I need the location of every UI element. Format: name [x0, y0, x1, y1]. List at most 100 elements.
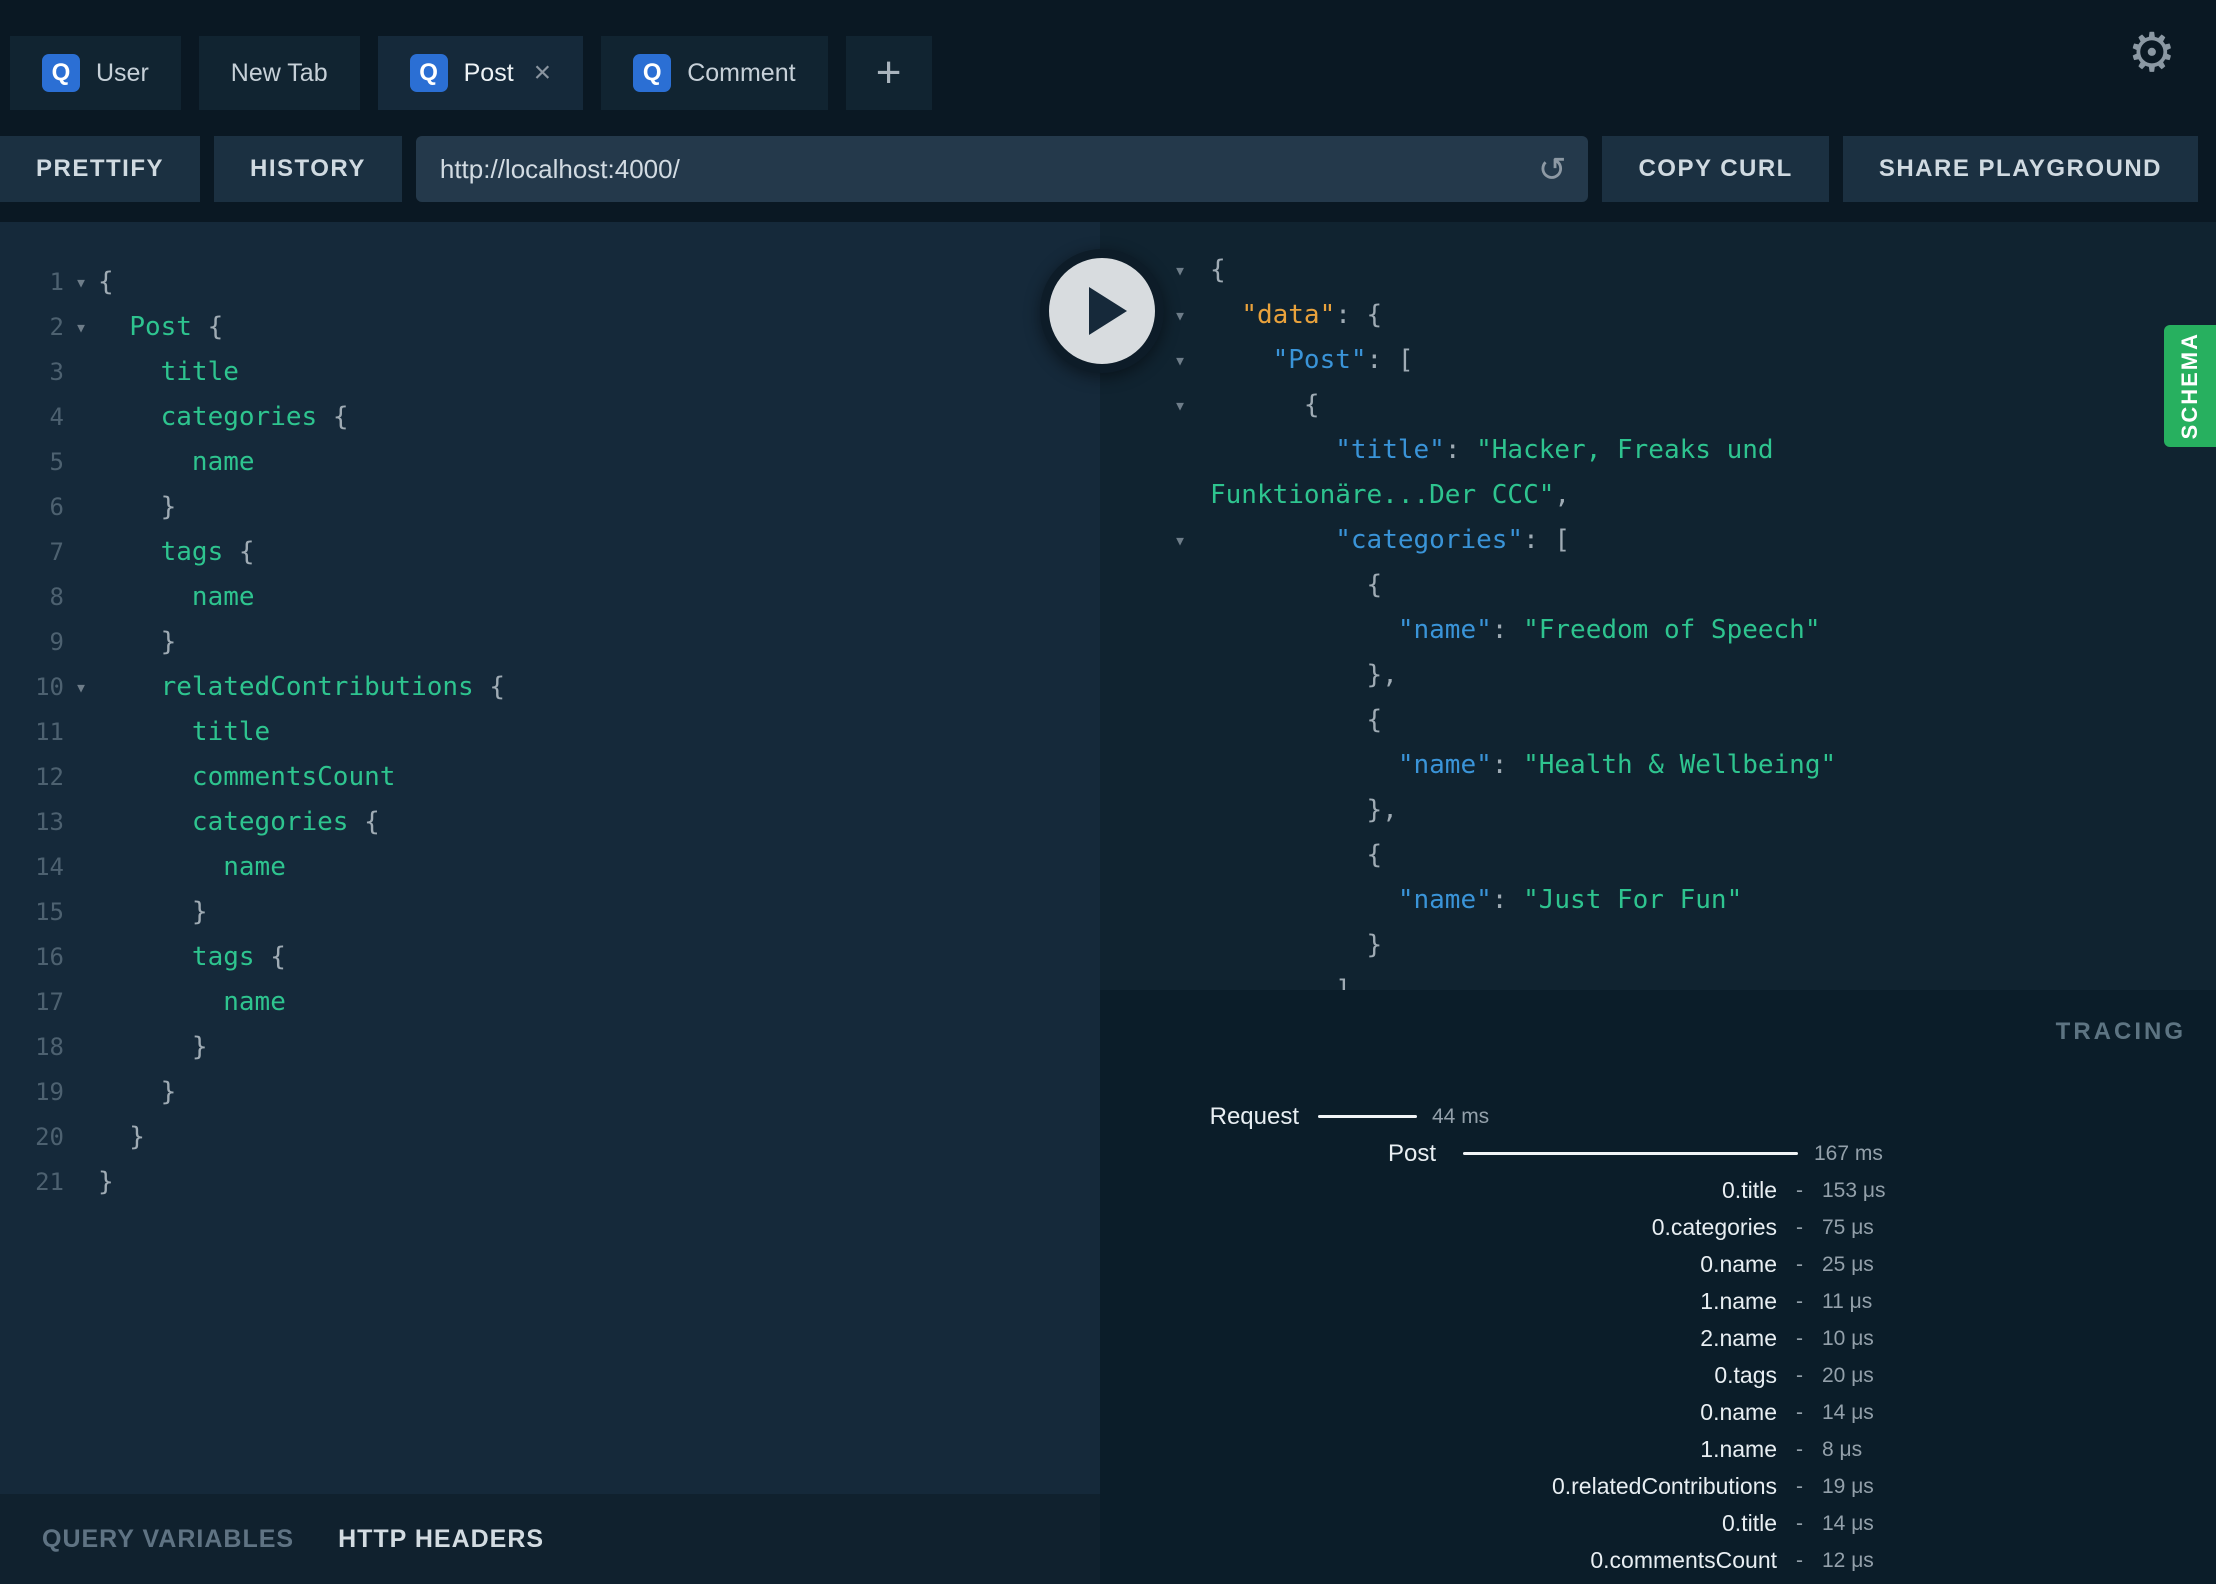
- tracing-rows: Request 44 ms Post 167 ms 0.title -153 μs 0.ca…: [1100, 1098, 2216, 1584]
- trace-timing-bar: [1463, 1152, 1798, 1155]
- workspace: 1 ▾{2 ▾ Post {3 title 4 categories {5 name 6…: [0, 222, 2216, 1584]
- code-text: }: [98, 1167, 114, 1197]
- query-editor-line[interactable]: 10 ▾ relatedContributions {: [0, 665, 1100, 710]
- query-editor-line[interactable]: 20 }: [0, 1115, 1100, 1160]
- tracing-panel: TRACING Request 44 ms Post 167 ms 0.title -15…: [1100, 990, 2216, 1584]
- tab-comment[interactable]: Q Comment: [601, 36, 828, 110]
- tab-user[interactable]: Q User: [10, 36, 181, 110]
- line-number: 1: [49, 268, 64, 296]
- trace-dash: -: [1796, 1216, 1803, 1239]
- http-headers-tab[interactable]: HTTP HEADERS: [338, 1525, 544, 1554]
- reload-icon[interactable]: ↺: [1538, 150, 1567, 190]
- code-text: name: [191, 447, 255, 477]
- query-editor-line[interactable]: 7 tags {: [0, 530, 1100, 575]
- trace-label: 0.categories: [1652, 1579, 1777, 1584]
- execute-query-button[interactable]: [1040, 249, 1164, 373]
- fold-arrow-icon[interactable]: ▾: [1174, 383, 1210, 428]
- request-toolbar: PRETTIFY HISTORY ↺ COPY CURL SHARE PLAYG…: [0, 136, 2198, 202]
- line-number: 2: [49, 313, 64, 341]
- response-line: ▾ {: [1100, 383, 2216, 428]
- query-variables-tab[interactable]: QUERY VARIABLES: [42, 1525, 294, 1554]
- code-text: },: [1210, 795, 1398, 825]
- trace-row: 2.name -10 μs: [1100, 1320, 2216, 1357]
- tab-label: Comment: [687, 58, 796, 87]
- close-tab-icon[interactable]: ×: [534, 56, 552, 90]
- query-editor-line[interactable]: 4 categories {: [0, 395, 1100, 440]
- trace-dash: -: [1796, 1364, 1803, 1387]
- fold-arrow-icon[interactable]: ▾: [1174, 248, 1210, 293]
- query-editor-line[interactable]: 9 }: [0, 620, 1100, 665]
- trace-row: 0.name -25 μs: [1100, 1246, 2216, 1283]
- query-editor-line[interactable]: 21}: [0, 1160, 1100, 1205]
- fold-arrow-icon[interactable]: ▾: [1174, 293, 1210, 338]
- query-editor-line[interactable]: 14 name: [0, 845, 1100, 890]
- query-editor-line[interactable]: 13 categories {: [0, 800, 1100, 845]
- endpoint-url-input[interactable]: [439, 153, 1525, 185]
- line-number: 4: [49, 403, 64, 431]
- line-number: 8: [49, 583, 64, 611]
- trace-label: 2.name: [1700, 1325, 1777, 1351]
- code-text: "categories": [: [1335, 525, 1571, 555]
- line-number: 17: [35, 988, 64, 1016]
- query-editor-line[interactable]: 6 }: [0, 485, 1100, 530]
- fold-arrow-icon[interactable]: ▾: [1174, 338, 1210, 383]
- response-line: "name": "Freedom of Speech": [1100, 608, 2216, 653]
- fold-arrow-icon[interactable]: ▾: [64, 305, 98, 350]
- code-text: {: [1210, 570, 1383, 600]
- query-editor-line[interactable]: 5 name: [0, 440, 1100, 485]
- share-playground-button[interactable]: SHARE PLAYGROUND: [1842, 136, 2198, 202]
- trace-value: 14 μs: [1822, 1401, 1874, 1424]
- trace-value: 14 μs: [1822, 1512, 1874, 1535]
- response-line: ▾ "categories": [: [1100, 518, 2216, 563]
- query-editor-line[interactable]: 3 title: [0, 350, 1100, 395]
- editor-bottom-bar: QUERY VARIABLES HTTP HEADERS: [0, 1494, 1100, 1584]
- fold-arrow-icon[interactable]: ▾: [64, 665, 98, 710]
- trace-dash: -: [1796, 1512, 1803, 1535]
- result-pane: ▾{▾ "data": {▾ "Post": [▾ { "title": "Ha…: [1100, 222, 2216, 1584]
- trace-label: Post: [1387, 1140, 1436, 1167]
- query-editor-line[interactable]: 1 ▾{: [0, 260, 1100, 305]
- line-number: 6: [49, 493, 64, 521]
- query-editor-line[interactable]: 18 }: [0, 1025, 1100, 1070]
- fold-arrow-icon[interactable]: ▾: [64, 260, 98, 305]
- query-editor-line[interactable]: 16 tags {: [0, 935, 1100, 980]
- query-editor-line[interactable]: 15 }: [0, 890, 1100, 935]
- query-tab-icon: Q: [42, 54, 80, 92]
- trace-label: 0.tags: [1714, 1362, 1777, 1388]
- trace-label: 0.categories: [1651, 1214, 1777, 1240]
- add-tab-button[interactable]: +: [845, 36, 932, 110]
- trace-row: 1.name -11 μs: [1100, 1283, 2216, 1320]
- code-text: title: [191, 717, 271, 747]
- query-editor-line[interactable]: 11 title: [0, 710, 1100, 755]
- tab-bar: Q User New Tab Q Post × Q Comment + ⚙: [0, 0, 2216, 110]
- query-editor-line[interactable]: 8 name: [0, 575, 1100, 620]
- schema-tab-button[interactable]: SCHEMA: [2164, 325, 2216, 447]
- prettify-button[interactable]: PRETTIFY: [0, 136, 201, 202]
- tab-new-tab[interactable]: New Tab: [198, 36, 360, 110]
- history-button[interactable]: HISTORY: [214, 136, 402, 202]
- copy-curl-button[interactable]: COPY CURL: [1602, 136, 1829, 202]
- line-number: 16: [35, 943, 64, 971]
- query-editor-line[interactable]: 17 name: [0, 980, 1100, 1025]
- tab-post[interactable]: Q Post ×: [377, 36, 584, 110]
- query-editor-line[interactable]: 2 ▾ Post {: [0, 305, 1100, 350]
- query-editor-line[interactable]: 12 commentsCount: [0, 755, 1100, 800]
- trace-label: 0.commentsCount: [1590, 1547, 1777, 1573]
- settings-gear-icon[interactable]: ⚙: [2128, 26, 2176, 80]
- line-number: 19: [35, 1078, 64, 1106]
- trace-value: 153 μs: [1822, 1179, 1886, 1202]
- fold-arrow-icon[interactable]: ▾: [1174, 518, 1210, 563]
- query-editor-pane[interactable]: 1 ▾{2 ▾ Post {3 title 4 categories {5 name 6…: [0, 222, 1100, 1584]
- query-editor-line[interactable]: 19 }: [0, 1070, 1100, 1115]
- tab-label: User: [96, 58, 149, 87]
- trace-label: 0.name: [1700, 1251, 1777, 1277]
- trace-row: 1.name -8 μs: [1100, 1431, 2216, 1468]
